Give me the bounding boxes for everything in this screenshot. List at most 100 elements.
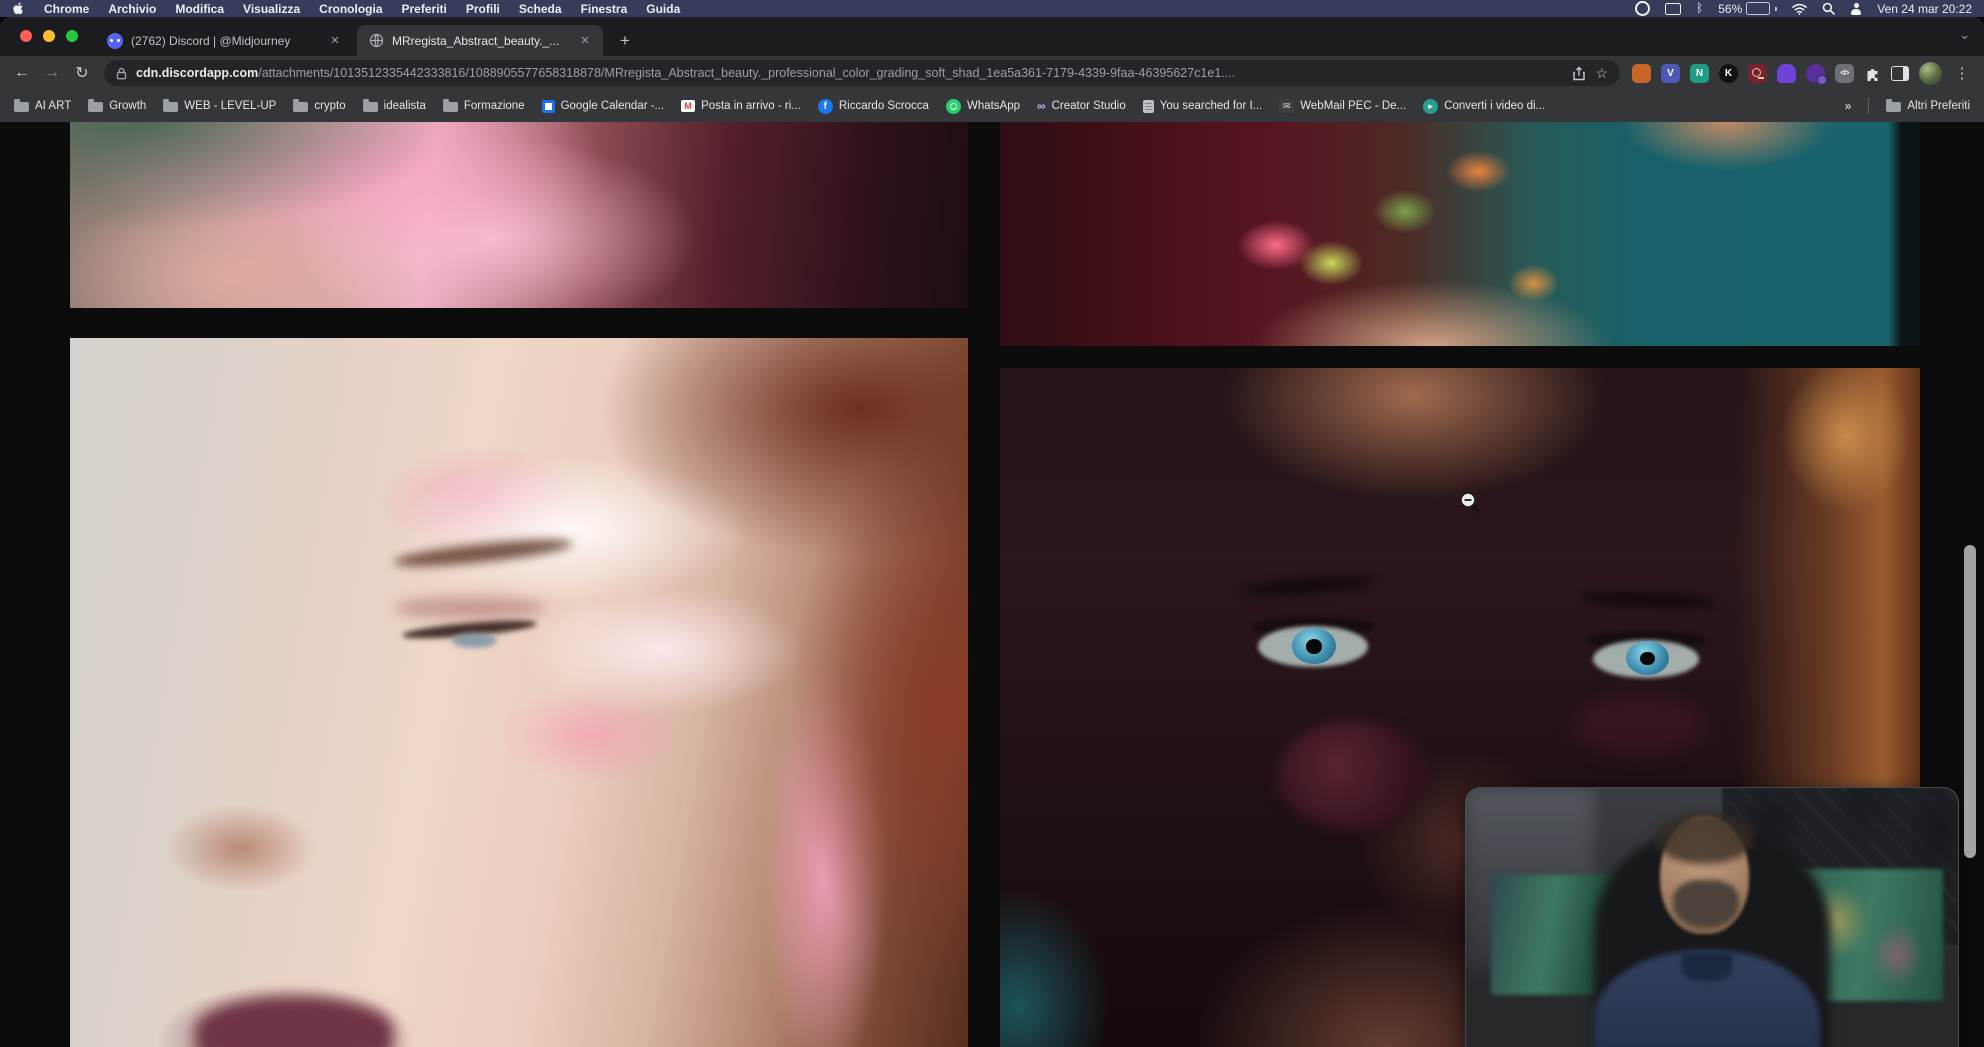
new-tab-button[interactable]: + xyxy=(612,28,638,54)
spotlight-search-icon[interactable] xyxy=(1822,2,1835,15)
bookmark-google-calendar[interactable]: Google Calendar -... xyxy=(542,100,665,113)
whatsapp-icon xyxy=(946,99,961,114)
bookmark-label: Posta in arrivo - ri... xyxy=(701,100,801,112)
tab-search-chevron-icon[interactable]: ⌄ xyxy=(1959,27,1970,43)
share-icon[interactable] xyxy=(1572,66,1586,81)
glitter-makeup-shape xyxy=(1276,721,1432,830)
bookmark-whatsapp[interactable]: WhatsApp xyxy=(946,99,1020,114)
lips-shape xyxy=(196,997,394,1047)
folder-icon xyxy=(1886,102,1901,112)
tab-close-icon[interactable]: ✕ xyxy=(327,33,343,49)
menubar-status-area: ᛒ 56% Ven 24 mar 20:22 xyxy=(1635,0,1972,17)
wifi-icon[interactable] xyxy=(1792,3,1807,15)
bookmark-label: WEB - LEVEL-UP xyxy=(184,100,276,112)
bookmark-gmail-inbox[interactable]: M Posta in arrivo - ri... xyxy=(681,100,801,112)
battery-icon xyxy=(1746,2,1770,15)
bookmark-you-searched[interactable]: You searched for I... xyxy=(1143,100,1263,113)
ghost-extension-icon[interactable] xyxy=(1777,64,1796,83)
reload-button[interactable]: ↻ xyxy=(68,59,96,87)
key-extension-icon[interactable] xyxy=(1748,64,1767,83)
badge-extension-icon[interactable] xyxy=(1806,64,1825,83)
lock-icon[interactable] xyxy=(116,67,127,80)
user-switch-icon[interactable] xyxy=(1850,3,1862,15)
tab-label: MRregista_Abstract_beauty._... xyxy=(392,34,569,48)
profile-avatar[interactable] xyxy=(1919,62,1942,85)
facebook-icon: f xyxy=(818,99,833,114)
toolbar: ← → ↻ cdn.discordapp.com/attachments/101… xyxy=(0,56,1984,90)
other-bookmarks-folder[interactable]: Altri Preferiti xyxy=(1886,100,1970,112)
presenter-beard-shape xyxy=(1673,880,1739,928)
v-extension-icon[interactable]: V xyxy=(1661,64,1680,83)
menu-item-finestra[interactable]: Finestra xyxy=(581,2,628,16)
extensions-puzzle-icon[interactable] xyxy=(1864,65,1881,82)
bookmark-folder-formazione[interactable]: Formazione xyxy=(443,100,525,112)
battery-indicator[interactable]: 56% xyxy=(1718,2,1777,16)
bookmark-label: idealista xyxy=(384,100,426,112)
menu-item-cronologia[interactable]: Cronologia xyxy=(319,2,382,16)
menu-item-guida[interactable]: Guida xyxy=(646,2,680,16)
bookmark-creator-studio[interactable]: ∞Creator Studio xyxy=(1037,100,1126,112)
side-panel-icon[interactable] xyxy=(1891,66,1909,81)
minimize-window-button[interactable] xyxy=(43,30,55,42)
tab-discord[interactable]: (2762) Discord | @Midjourney ✕ xyxy=(95,25,353,56)
menubar-clock[interactable]: Ven 24 mar 20:22 xyxy=(1877,2,1972,16)
bookmark-folder-ai-art[interactable]: AI ART xyxy=(14,100,71,112)
menu-item-profili[interactable]: Profili xyxy=(466,2,500,16)
battery-tip xyxy=(1775,7,1777,11)
midjourney-image-bottom-left-face-profile[interactable] xyxy=(70,338,968,1047)
k-extension-icon[interactable]: K xyxy=(1719,64,1738,83)
presenter-collar-shape xyxy=(1682,953,1731,981)
bookmark-converti-video[interactable]: ▸Converti i video di... xyxy=(1423,99,1545,114)
menu-item-scheda[interactable]: Scheda xyxy=(519,2,562,16)
bookmark-label: crypto xyxy=(314,100,345,112)
tab-close-icon[interactable]: ✕ xyxy=(577,33,593,49)
bookmark-folder-web-level-up[interactable]: WEB - LEVEL-UP xyxy=(163,100,276,112)
orange-extension-icon[interactable] xyxy=(1632,64,1651,83)
back-button[interactable]: ← xyxy=(8,59,36,87)
bookmark-folder-crypto[interactable]: crypto xyxy=(293,100,345,112)
code-extension-icon[interactable]: </> xyxy=(1835,64,1854,83)
bookmark-facebook-profile[interactable]: fRiccardo Scrocca xyxy=(818,99,929,114)
n-extension-icon[interactable]: N xyxy=(1690,64,1709,83)
bookmarks-overflow-chevron[interactable]: » xyxy=(1845,99,1852,113)
google-calendar-icon xyxy=(542,100,555,113)
iris-shape xyxy=(452,633,497,648)
zoom-out-cursor-icon xyxy=(1458,490,1484,516)
folder-icon xyxy=(88,102,103,112)
close-window-button[interactable] xyxy=(20,30,32,42)
address-bar[interactable]: cdn.discordapp.com/attachments/101351233… xyxy=(104,60,1620,86)
midjourney-image-top-left[interactable] xyxy=(70,122,968,308)
chrome-menu-icon[interactable]: ⋮ xyxy=(1952,64,1972,82)
url-domain: cdn.discordapp.com xyxy=(136,66,258,80)
discord-favicon xyxy=(107,33,123,49)
tab-image-active[interactable]: MRregista_Abstract_beauty._... ✕ xyxy=(357,25,603,56)
bluetooth-icon[interactable]: ᛒ xyxy=(1696,0,1703,17)
display-mirroring-icon[interactable] xyxy=(1665,3,1681,15)
menu-item-archivio[interactable]: Archivio xyxy=(108,2,156,16)
menu-item-chrome[interactable]: Chrome xyxy=(44,2,89,16)
right-eye-shape xyxy=(1593,640,1699,678)
url-text[interactable]: cdn.discordapp.com/attachments/101351233… xyxy=(136,66,1563,80)
tab-label: (2762) Discord | @Midjourney xyxy=(131,34,319,48)
globe-favicon xyxy=(369,33,384,48)
forward-button[interactable]: → xyxy=(38,59,66,87)
apple-logo-icon[interactable] xyxy=(12,2,25,15)
bookmark-folder-idealista[interactable]: idealista xyxy=(363,100,426,112)
folder-icon xyxy=(163,102,178,112)
menu-item-modifica[interactable]: Modifica xyxy=(175,2,224,16)
menu-item-preferiti[interactable]: Preferiti xyxy=(402,2,447,16)
bookmark-webmail-pec[interactable]: ✉WebMail PEC - De... xyxy=(1279,99,1406,113)
record-icon[interactable] xyxy=(1635,1,1650,16)
gmail-icon: M xyxy=(681,100,695,112)
folder-icon xyxy=(363,102,378,112)
bookmark-star-icon[interactable]: ☆ xyxy=(1595,65,1608,82)
bookmark-label: Converti i video di... xyxy=(1444,100,1545,112)
eyebrow-shape xyxy=(1239,574,1378,600)
zoom-window-button[interactable] xyxy=(66,30,78,42)
bookmark-label: Formazione xyxy=(464,100,525,112)
scrollbar-thumb[interactable] xyxy=(1964,545,1976,858)
menu-item-visualizza[interactable]: Visualizza xyxy=(243,2,300,16)
tab-strip: (2762) Discord | @Midjourney ✕ MRregista… xyxy=(0,17,1984,56)
midjourney-image-top-right[interactable] xyxy=(1000,122,1920,346)
bookmark-folder-growth[interactable]: Growth xyxy=(88,100,146,112)
